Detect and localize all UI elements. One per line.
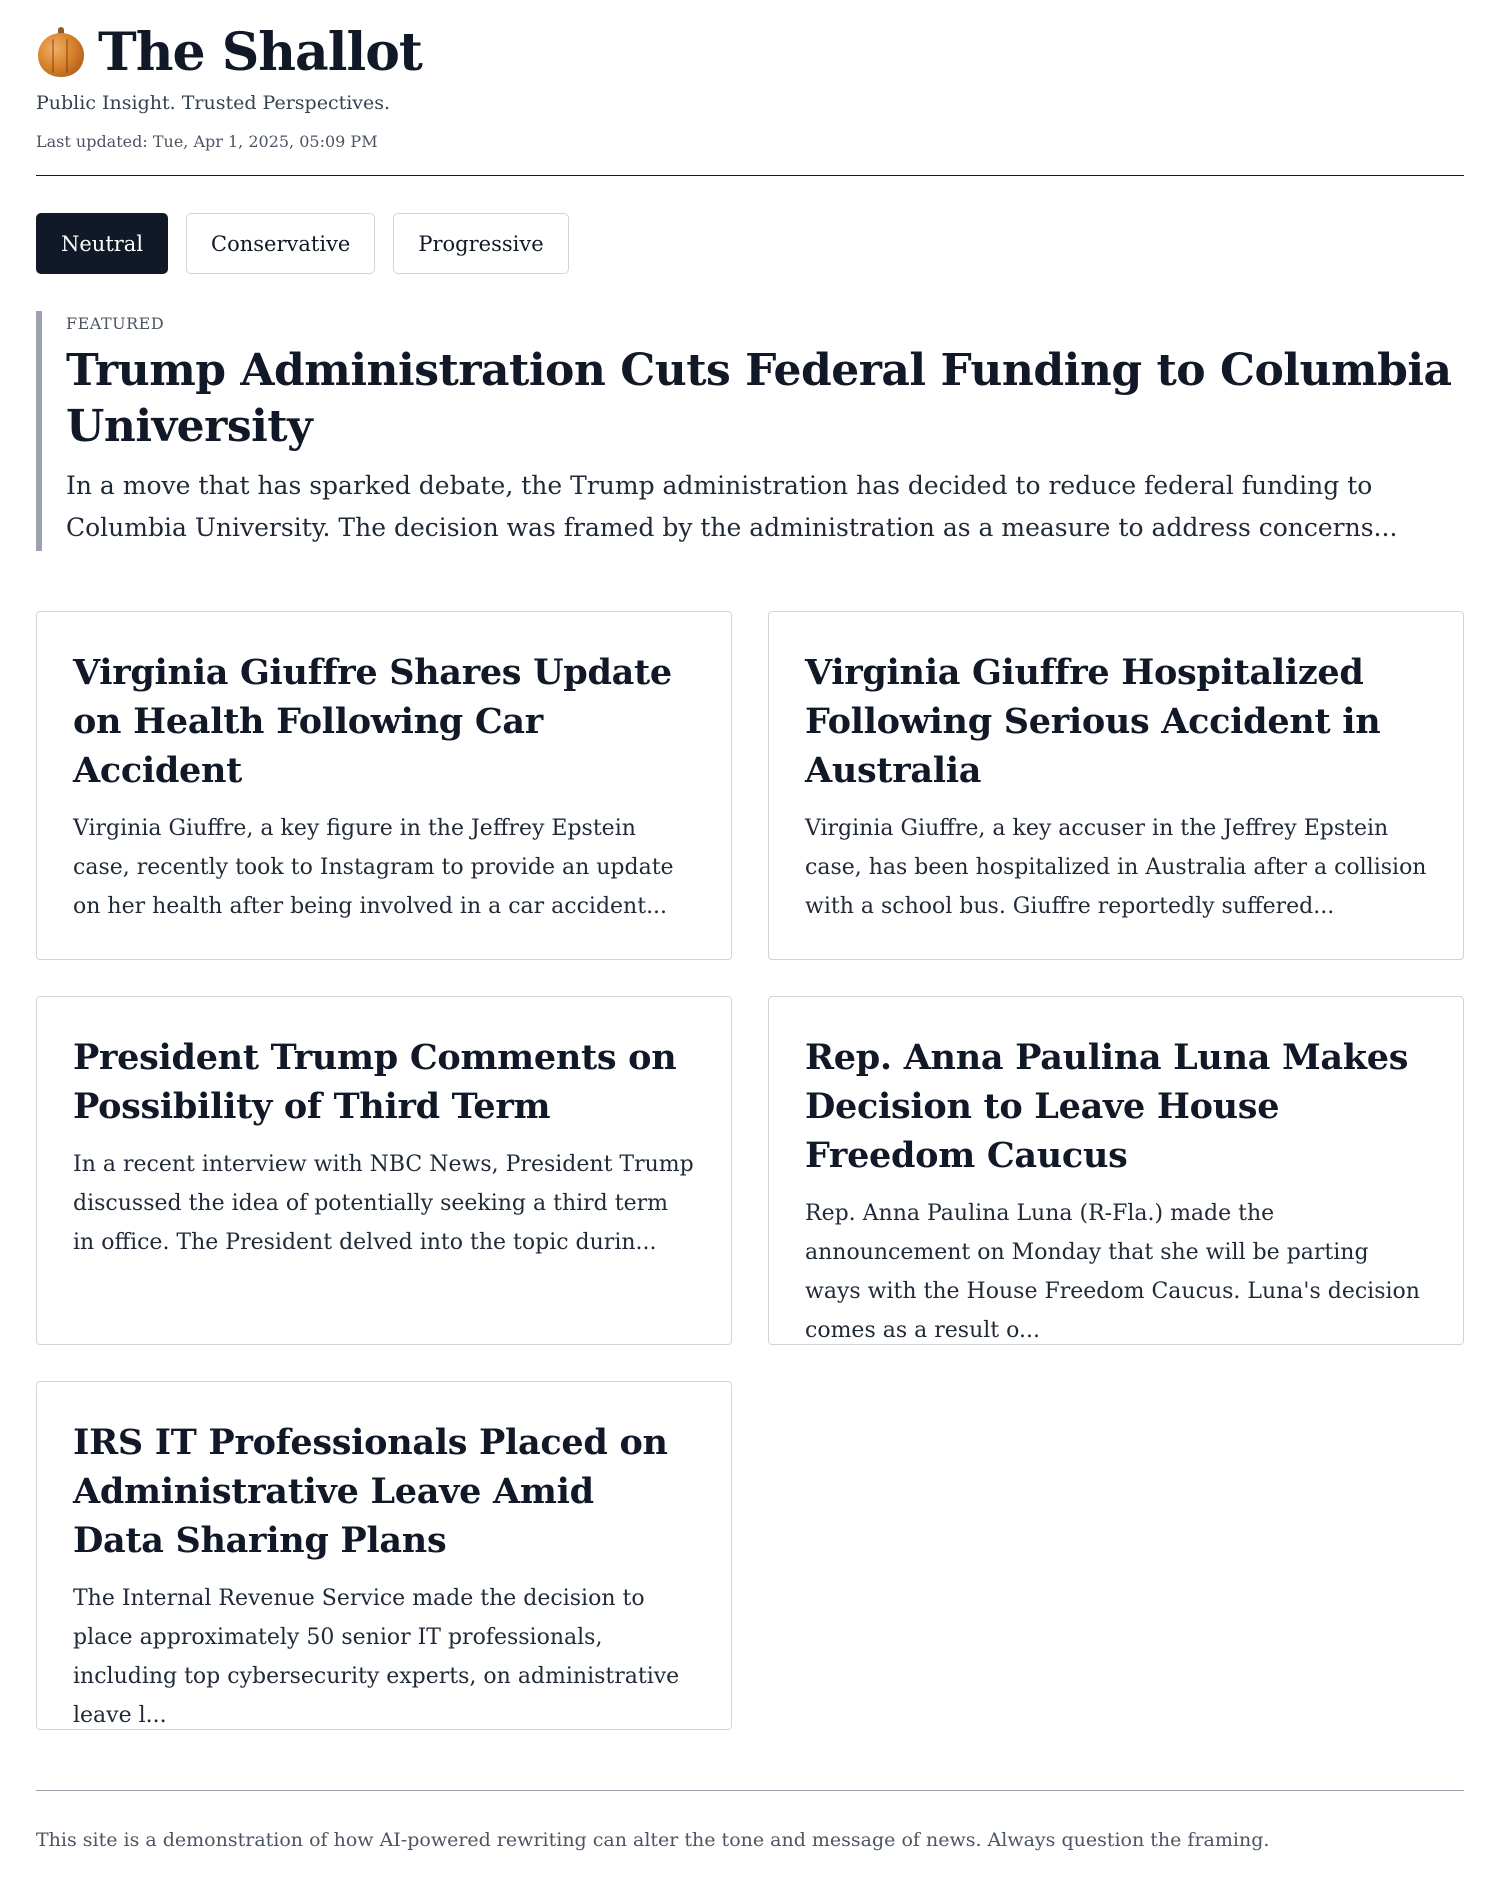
onion-icon: [36, 27, 88, 79]
footer-note: This site is a demonstration of how AI-p…: [36, 1829, 1270, 1851]
tab-progressive[interactable]: Progressive: [393, 213, 569, 274]
footer-divider: [36, 1790, 1464, 1791]
header-divider: [36, 175, 1464, 176]
article-card[interactable]: Virginia Giuffre Hospitalized Following …: [768, 611, 1464, 960]
article-excerpt: The Internal Revenue Service made the de…: [73, 1586, 680, 1728]
featured-excerpt: In a move that has sparked debate, the T…: [66, 471, 1398, 542]
article-excerpt: Virginia Giuffre, a key accuser in the J…: [805, 816, 1427, 919]
article-excerpt: Virginia Giuffre, a key figure in the Je…: [73, 816, 674, 919]
article-title[interactable]: President Trump Comments on Possibility …: [73, 1033, 695, 1131]
article-card[interactable]: President Trump Comments on Possibility …: [36, 996, 732, 1345]
site-title: The Shallot: [98, 22, 423, 83]
page: The Shallot Public Insight. Trusted Pers…: [36, 0, 1464, 1851]
last-updated: Last updated: Tue, Apr 1, 2025, 05:09 PM: [36, 132, 378, 151]
featured-title[interactable]: Trump Administration Cuts Federal Fundin…: [66, 343, 1464, 455]
tab-neutral[interactable]: Neutral: [36, 213, 169, 274]
brand[interactable]: The Shallot: [36, 24, 1464, 82]
article-title[interactable]: Rep. Anna Paulina Luna Makes Decision to…: [805, 1033, 1427, 1180]
article-title[interactable]: Virginia Giuffre Hospitalized Following …: [805, 648, 1427, 795]
article-grid: Virginia Giuffre Shares Update on Health…: [36, 611, 1464, 1730]
tagline: Public Insight. Trusted Perspectives.: [36, 92, 391, 114]
article-card[interactable]: Virginia Giuffre Shares Update on Health…: [36, 611, 732, 960]
site-footer: This site is a demonstration of how AI-p…: [36, 1790, 1464, 1851]
article-excerpt: Rep. Anna Paulina Luna (R-Fla.) made the…: [805, 1201, 1420, 1343]
article-card[interactable]: Rep. Anna Paulina Luna Makes Decision to…: [768, 996, 1464, 1345]
featured-label: FEATURED: [66, 314, 165, 333]
perspective-tabs: Neutral Conservative Progressive: [36, 213, 1464, 274]
article-card[interactable]: IRS IT Professionals Placed on Administr…: [36, 1381, 732, 1730]
article-excerpt: In a recent interview with NBC News, Pre…: [73, 1152, 694, 1255]
site-header: The Shallot Public Insight. Trusted Pers…: [36, 0, 1464, 176]
article-title[interactable]: IRS IT Professionals Placed on Administr…: [73, 1418, 695, 1565]
article-title[interactable]: Virginia Giuffre Shares Update on Health…: [73, 648, 695, 795]
tab-conservative[interactable]: Conservative: [186, 213, 376, 274]
featured-article[interactable]: FEATURED Trump Administration Cuts Feder…: [36, 311, 1464, 551]
